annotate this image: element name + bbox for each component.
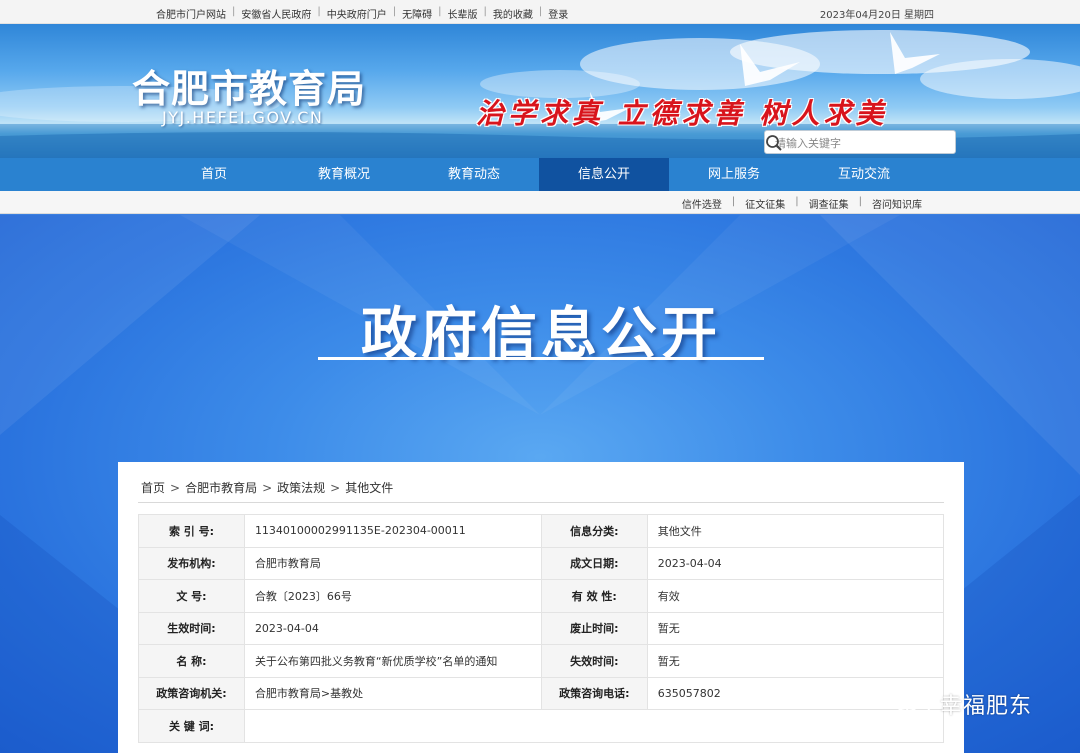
hero-underline [318, 357, 764, 360]
top-link-anhui-gov[interactable]: 安徽省人民政府 [241, 6, 311, 21]
sub-nav: 信件选登 | 征文征集 | 调查征集 | 咨问知识库 [0, 191, 1080, 214]
label-repealed-date: 废止时间: [540, 611, 648, 645]
value-expire-date: 暂无 [646, 644, 945, 678]
top-link-login[interactable]: 登录 [548, 6, 568, 21]
value-effective-date: 2023-04-04 [243, 611, 542, 645]
table-row: 名 称: 关于公布第四批义务教育“新优质学校”名单的通知 失效时间: 暂无 [138, 644, 945, 678]
label-category: 信息分类: [540, 514, 648, 548]
nav-item-overview[interactable]: 教育概况 [279, 158, 409, 191]
label-doc-no: 文 号: [138, 579, 245, 613]
label-expire-date: 失效时间: [540, 644, 648, 678]
subnav-item-letters[interactable]: 信件选登 [682, 196, 722, 211]
nav-item-info-disclosure[interactable]: 信息公开 [539, 158, 669, 191]
top-link-central-gov[interactable]: 中央政府门户 [327, 6, 387, 21]
nav-item-news[interactable]: 教育动态 [409, 158, 539, 191]
site-url: JYJ.HEFEI.GOV.CN [162, 108, 324, 127]
value-repealed-date: 暂无 [646, 611, 945, 645]
content-panel: 首页 > 合肥市教育局 > 政策法规 > 其他文件 索 引 号: 1134010000299… [118, 462, 964, 753]
label-keywords: 关 键 词: [138, 709, 245, 743]
label-index-no: 索 引 号: [138, 514, 245, 548]
label-validity: 有 效 性: [540, 579, 648, 613]
subnav-item-knowledge-base[interactable]: 咨问知识库 [872, 196, 922, 211]
table-row: 关 键 词: [138, 709, 945, 743]
site-name-logo[interactable]: 合肥市教育局 [132, 58, 366, 113]
breadcrumb-home[interactable]: 首页 [141, 481, 165, 495]
value-created-date: 2023-04-04 [646, 546, 945, 580]
value-index-no: 11340100002991135E-202304-00011 [243, 514, 542, 548]
table-row: 索 引 号: 11340100002991135E-202304-00011 信… [138, 514, 945, 548]
breadcrumb-other-docs[interactable]: 其他文件 [345, 481, 393, 495]
value-category: 其他文件 [646, 514, 945, 548]
current-date: 2023年04月20日 星期四 [819, 10, 934, 21]
subnav-item-survey[interactable]: 调查征集 [809, 196, 849, 211]
label-consult-phone: 政策咨询电话: [540, 676, 648, 710]
search-box [764, 130, 956, 154]
value-validity: 有效 [646, 579, 945, 613]
label-effective-date: 生效时间: [138, 611, 245, 645]
label-created-date: 成文日期: [540, 546, 648, 580]
nav-item-interaction[interactable]: 互动交流 [799, 158, 929, 191]
subnav-item-essay-call[interactable]: 征文征集 [745, 196, 785, 211]
banner-motto: 治学求真 立德求善 树人求美 [476, 97, 888, 130]
table-row: 发布机构: 合肥市教育局 成文日期: 2023-04-04 [138, 546, 945, 580]
top-links: 合肥市门户网站 | 安徽省人民政府 | 中央政府门户 | 无障碍 | 长辈版 | 我的收藏… [156, 6, 569, 21]
value-name: 关于公布第四批义务教育“新优质学校”名单的通知 [243, 644, 542, 678]
label-consult-org: 政策咨询机关: [138, 676, 245, 710]
table-row: 生效时间: 2023-04-04 废止时间: 暂无 [138, 611, 945, 645]
top-link-accessibility[interactable]: 无障碍 [402, 6, 432, 21]
value-keywords [243, 709, 945, 743]
table-row: 政策咨询机关: 合肥市教育局>基教处 政策咨询电话: 635057802 [138, 676, 945, 710]
search-input[interactable] [775, 135, 925, 151]
breadcrumb: 首页 > 合肥市教育局 > 政策法规 > 其他文件 [141, 481, 394, 495]
nav-item-online-service[interactable]: 网上服务 [669, 158, 799, 191]
watermark: 幸福肥东 [892, 686, 1032, 722]
top-link-favorites[interactable]: 我的收藏 [493, 6, 533, 21]
site-banner: 合肥市教育局 JYJ.HEFEI.GOV.CN 治学求真 立德求善 树人求美 [0, 24, 1080, 158]
label-publisher: 发布机构: [138, 546, 245, 580]
wechat-icon [893, 688, 930, 718]
value-doc-no: 合教〔2023〕66号 [243, 579, 542, 613]
value-consult-org: 合肥市教育局>基教处 [243, 676, 542, 710]
breadcrumb-policy[interactable]: 政策法规 [277, 481, 325, 495]
search-icon[interactable] [765, 134, 783, 152]
breadcrumb-bureau[interactable]: 合肥市教育局 [185, 481, 257, 495]
table-row: 文 号: 合教〔2023〕66号 有 效 性: 有效 [138, 579, 945, 613]
nav-item-home[interactable]: 首页 [149, 158, 279, 191]
document-metadata-table: 索 引 号: 11340100002991135E-202304-00011 信… [138, 514, 945, 743]
top-link-hefei-portal[interactable]: 合肥市门户网站 [156, 6, 226, 21]
main-nav: 首页 教育概况 教育动态 信息公开 网上服务 互动交流 [0, 158, 1080, 191]
value-publisher: 合肥市教育局 [243, 546, 542, 580]
top-link-elder-mode[interactable]: 长辈版 [448, 6, 478, 21]
watermark-text: 幸福肥东 [940, 694, 1033, 719]
label-name: 名 称: [138, 644, 245, 678]
breadcrumb-divider [138, 502, 944, 503]
top-utility-bar: 合肥市门户网站 | 安徽省人民政府 | 中央政府门户 | 无障碍 | 长辈版 | 我的收藏… [0, 0, 1080, 24]
